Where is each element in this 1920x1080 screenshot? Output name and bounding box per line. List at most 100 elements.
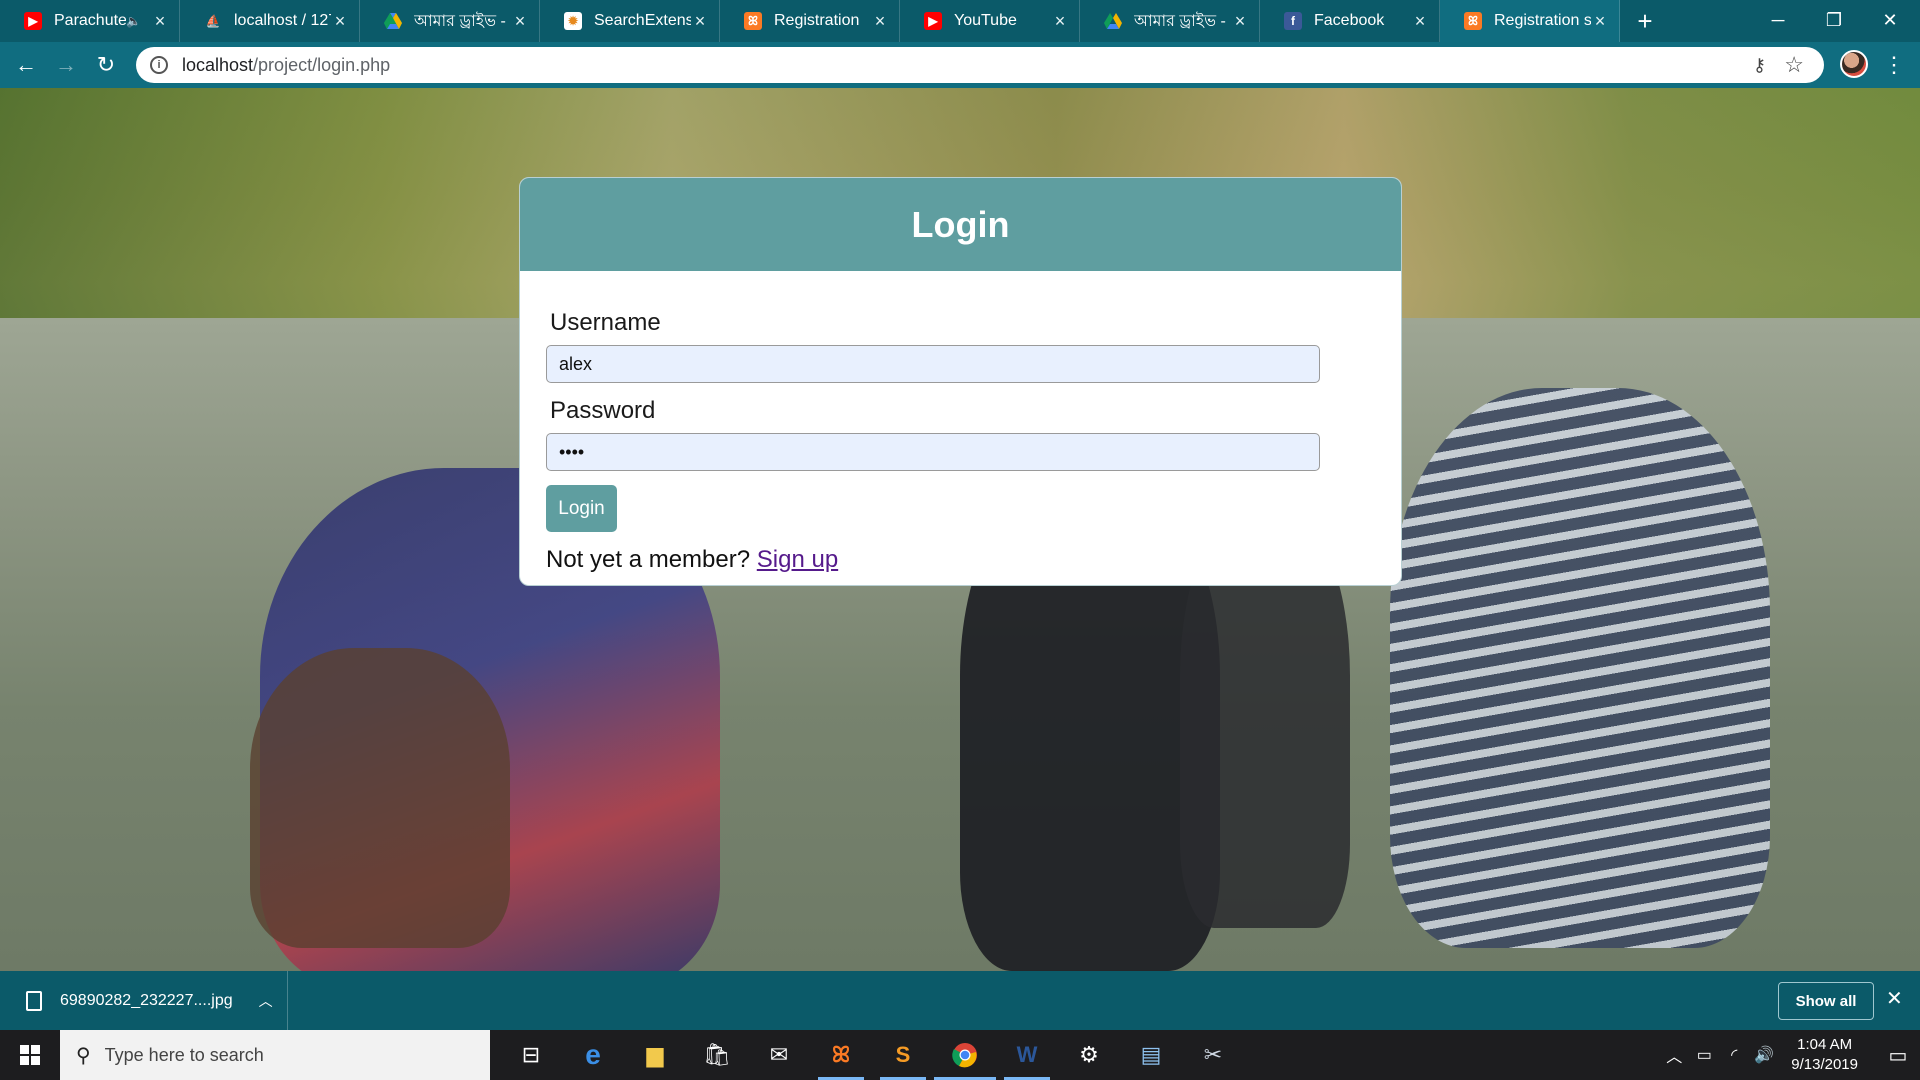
username-input[interactable] <box>546 345 1320 383</box>
phpmyadmin-icon: ⛵ <box>205 14 221 28</box>
info-icon[interactable]: i <box>150 56 168 74</box>
tab-google-drive[interactable]: আমার ড্রাইভ - × <box>360 0 540 42</box>
taskbar-apps: ⊟ e ▆ 🛍 ✉ ꕤ S W ⚙ ▤ ✂ <box>500 1030 1244 1080</box>
tab-youtube[interactable]: ▶ YouTube × <box>900 0 1080 42</box>
taskbar-search-box[interactable]: ⚲ Type here to search <box>60 1030 490 1080</box>
wifi-icon[interactable]: ◜ <box>1719 1045 1749 1065</box>
download-item[interactable]: 69890282_232227....jpg ︿ <box>0 971 288 1030</box>
page-title: Login <box>911 203 1010 245</box>
close-icon[interactable]: × <box>871 11 889 32</box>
tab-registration[interactable]: ꕤ Registration × <box>720 0 900 42</box>
tab-strip: ▶ Parachute 🔈 × ⛵ localhost / 127. × আমা… <box>0 0 1920 42</box>
tab-google-drive-2[interactable]: আমার ড্রাইভ - × <box>1080 0 1260 42</box>
volume-icon[interactable]: 🔊 <box>1749 1045 1779 1065</box>
chevron-up-icon[interactable]: ︿ <box>259 991 273 1011</box>
extension-icon: ✹ <box>564 12 582 30</box>
close-icon[interactable]: × <box>1411 11 1429 32</box>
google-drive-icon <box>384 12 402 30</box>
login-form: Username Password Login Not yet a member… <box>520 271 1401 574</box>
close-icon[interactable]: ✕ <box>1886 986 1903 1011</box>
tab-title: YouTube <box>954 12 1017 29</box>
tab-parachute[interactable]: ▶ Parachute 🔈 × <box>0 0 180 42</box>
tab-registration-system[interactable]: ꕤ Registration sy × <box>1440 0 1620 42</box>
xampp-icon: ꕤ <box>744 12 762 30</box>
facebook-icon: f <box>1284 12 1302 30</box>
bookmark-star-icon[interactable]: ☆ <box>1784 52 1804 78</box>
tab-title: Facebook <box>1314 12 1385 29</box>
window-close-icon[interactable]: ✕ <box>1862 0 1918 40</box>
chevron-up-icon[interactable]: ︿ <box>1659 1043 1689 1067</box>
signup-prompt: Not yet a member? Sign up <box>546 546 1375 574</box>
windows-logo-icon <box>20 1045 40 1065</box>
background-photo-figure <box>1390 388 1770 948</box>
mail-icon[interactable]: ✉ <box>748 1030 810 1080</box>
youtube-icon: ▶ <box>24 12 42 30</box>
close-icon[interactable]: × <box>1051 11 1069 32</box>
tab-title: Parachute <box>54 12 127 29</box>
sublime-text-icon[interactable]: S <box>872 1030 934 1080</box>
windows-taskbar: ⚲ Type here to search ⊟ e ▆ 🛍 ✉ ꕤ S W ⚙ … <box>0 1030 1920 1080</box>
word-icon[interactable]: W <box>996 1030 1058 1080</box>
close-icon[interactable]: × <box>1231 11 1249 32</box>
username-label: Username <box>550 309 661 336</box>
youtube-icon: ▶ <box>924 12 942 30</box>
clock-time: 1:04 AM <box>1797 1036 1853 1053</box>
login-card-header: Login <box>520 178 1401 271</box>
settings-gear-icon[interactable]: ⚙ <box>1058 1030 1120 1080</box>
tab-title: SearchExtensio <box>594 12 691 29</box>
address-bar[interactable]: i localhost /project/login.php ⚷ ☆ <box>136 47 1824 83</box>
download-bar: 69890282_232227....jpg ︿ Show all ✕ <box>0 971 1920 1030</box>
menu-dots-icon[interactable]: ⋮ <box>1882 50 1906 80</box>
tab-phpmyadmin[interactable]: ⛵ localhost / 127. × <box>180 0 360 42</box>
signup-link[interactable]: Sign up <box>757 546 838 573</box>
battery-icon[interactable]: ▭ <box>1689 1045 1719 1065</box>
show-all-button[interactable]: Show all <box>1778 982 1874 1020</box>
restore-icon[interactable]: ❐ <box>1806 0 1862 40</box>
member-text: Not yet a member? <box>546 546 751 573</box>
store-icon[interactable]: 🛍 <box>686 1030 748 1080</box>
search-icon: ⚲ <box>76 1044 91 1067</box>
windows-start-button[interactable] <box>0 1030 60 1080</box>
forward-arrow-icon[interactable]: → <box>46 45 86 85</box>
tab-facebook[interactable]: f Facebook × <box>1260 0 1440 42</box>
login-button[interactable]: Login <box>546 485 617 532</box>
reload-icon[interactable]: ↻ <box>86 45 126 85</box>
url-path: /project/login.php <box>253 54 391 75</box>
google-drive-icon <box>1104 12 1122 30</box>
close-icon[interactable]: × <box>511 11 529 32</box>
back-arrow-icon[interactable]: ← <box>6 45 46 85</box>
file-explorer-icon[interactable]: ▆ <box>624 1030 686 1080</box>
tab-title: Registration <box>774 12 860 29</box>
notification-icon[interactable]: ▭ <box>1876 1043 1920 1068</box>
file-icon <box>26 990 42 1011</box>
close-icon[interactable]: × <box>331 11 349 32</box>
profile-avatar[interactable] <box>1840 50 1868 78</box>
control-panel-icon[interactable]: ▤ <box>1120 1030 1182 1080</box>
tab-title: আমার ড্রাইভ - <box>414 12 506 30</box>
close-icon[interactable]: × <box>691 11 709 32</box>
new-tab-button[interactable]: + <box>1620 0 1670 42</box>
minimize-icon[interactable]: ─ <box>1750 0 1806 40</box>
browser-toolbar: ← → ↻ i localhost /project/login.php ⚷ ☆… <box>0 42 1920 88</box>
xampp-icon[interactable]: ꕤ <box>810 1030 872 1080</box>
close-icon[interactable]: × <box>151 11 169 32</box>
system-clock[interactable]: 1:04 AM 9/13/2019 <box>1791 1035 1858 1075</box>
key-icon[interactable]: ⚷ <box>1753 55 1766 76</box>
tab-search-extension[interactable]: ✹ SearchExtensio × <box>540 0 720 42</box>
xampp-icon: ꕤ <box>1464 12 1482 30</box>
password-label: Password <box>550 397 656 424</box>
login-card: Login Username Password Login Not yet a … <box>519 177 1402 586</box>
chrome-icon[interactable] <box>934 1030 996 1080</box>
tab-title: localhost / 127. <box>234 12 331 29</box>
close-icon[interactable]: × <box>1591 11 1609 32</box>
page-viewport: Login Username Password Login Not yet a … <box>0 88 1920 971</box>
speaker-icon[interactable]: 🔈 <box>126 14 141 28</box>
background-photo-figure <box>250 648 510 948</box>
system-tray: ︿ ▭ ◜ 🔊 1:04 AM 9/13/2019 ▭ <box>1659 1030 1920 1080</box>
task-view-icon[interactable]: ⊟ <box>500 1030 562 1080</box>
password-input[interactable] <box>546 433 1320 471</box>
tab-title: Registration sy <box>1494 12 1591 29</box>
edge-icon[interactable]: e <box>562 1030 624 1080</box>
tab-title: আমার ড্রাইভ - <box>1134 12 1226 30</box>
snipping-tool-icon[interactable]: ✂ <box>1182 1030 1244 1080</box>
